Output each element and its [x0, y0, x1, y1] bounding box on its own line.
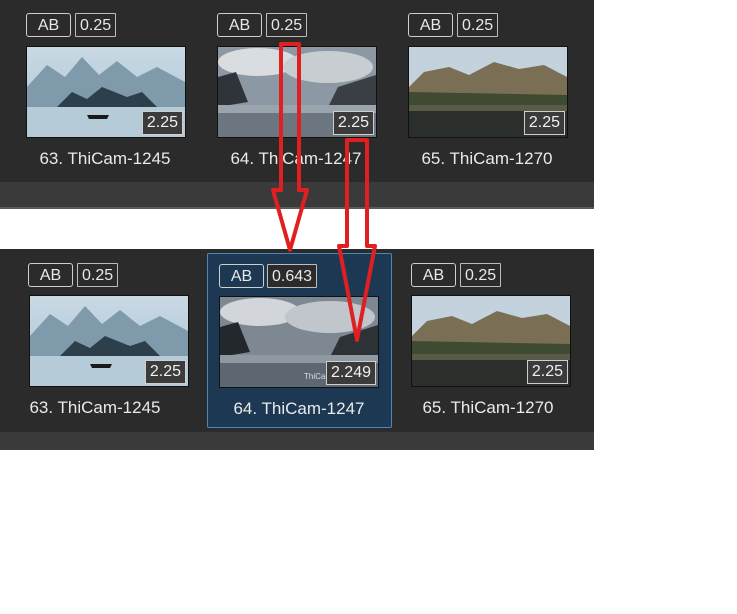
annotation-arrows — [271, 42, 377, 342]
red-arrow-icon — [271, 42, 309, 252]
red-arrow-icon — [337, 138, 377, 342]
